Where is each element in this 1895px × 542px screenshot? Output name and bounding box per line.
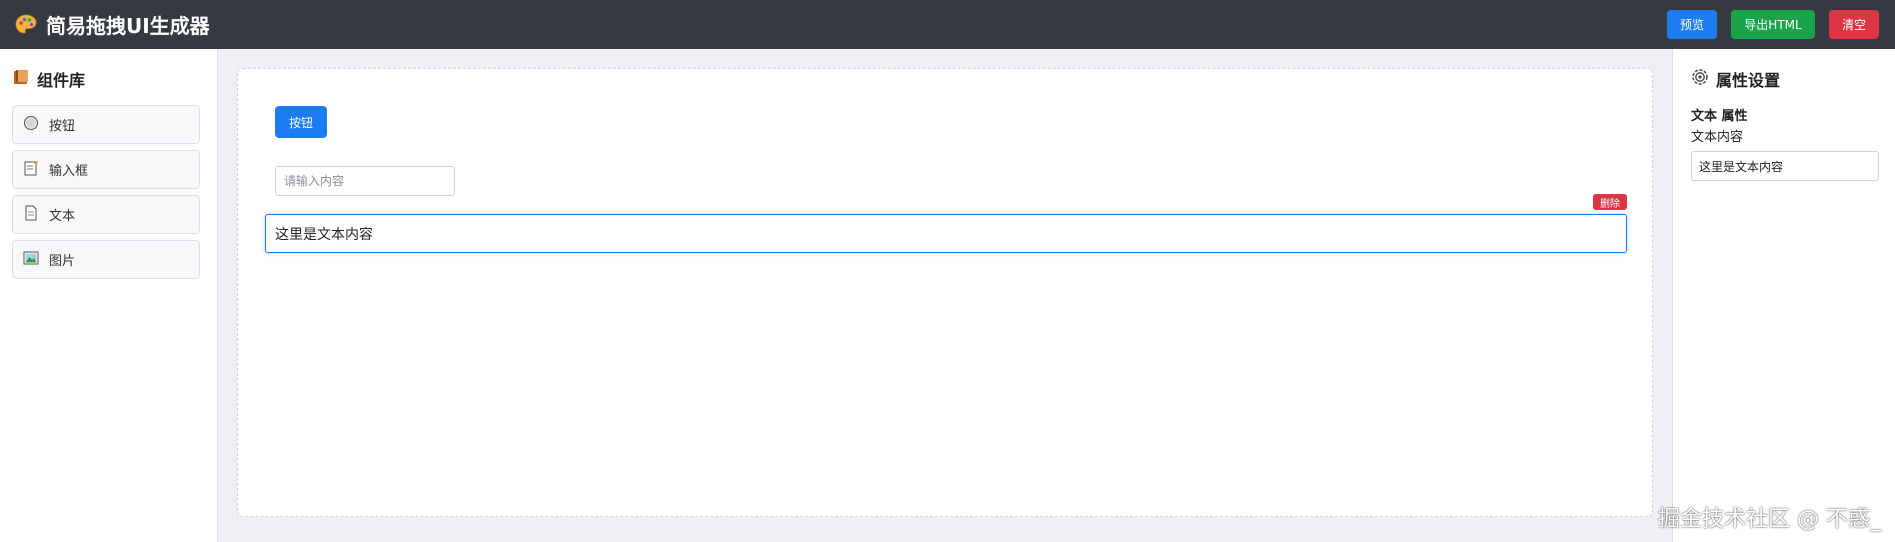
component-item-text[interactable]: 文本: [12, 195, 200, 234]
component-library: 组件库 按钮 输入框 文本 图片: [0, 49, 218, 542]
memo-icon: [23, 160, 39, 180]
document-icon: [23, 205, 39, 225]
component-item-label: 输入框: [49, 164, 89, 179]
gear-icon: [1691, 68, 1709, 90]
canvas-text-content: 这里是文本内容: [275, 226, 373, 243]
component-item-button[interactable]: 按钮: [12, 105, 200, 144]
app-logo: 简易拖拽UI生成器: [14, 10, 210, 39]
component-item-input[interactable]: 输入框: [12, 150, 200, 189]
watermark: 掘金技术社区 @ 不惑_: [1658, 507, 1881, 532]
component-item-label: 图片: [49, 254, 76, 269]
text-content-label: 文本内容: [1691, 130, 1744, 145]
component-library-label: 组件库: [37, 71, 86, 90]
canvas-input[interactable]: [275, 166, 455, 196]
export-html-button[interactable]: 导出HTML: [1731, 10, 1815, 39]
preview-button[interactable]: 预览: [1667, 10, 1717, 39]
clear-button[interactable]: 清空: [1829, 10, 1879, 39]
properties-panel: 属性设置 文本 属性 文本内容: [1672, 49, 1895, 542]
app-header: 简易拖拽UI生成器 预览 导出HTML 清空: [0, 0, 1895, 49]
component-item-label: 文本: [49, 209, 76, 224]
app-title: 简易拖拽UI生成器: [46, 14, 210, 38]
component-item-label: 按钮: [49, 119, 76, 134]
component-library-title: 组件库: [12, 67, 205, 91]
books-icon: [12, 68, 30, 90]
properties-title: 属性设置: [1691, 67, 1877, 91]
canvas-text-selected[interactable]: 这里是文本内容: [265, 214, 1627, 253]
text-content-field[interactable]: [1691, 151, 1879, 181]
properties-title-label: 属性设置: [1716, 71, 1781, 90]
component-item-image[interactable]: 图片: [12, 240, 200, 279]
canvas-area: 按钮 删除 这里是文本内容: [219, 49, 1672, 542]
delete-button[interactable]: 删除: [1593, 194, 1627, 210]
header-actions: 预览 导出HTML 清空: [1667, 10, 1881, 39]
canvas-button[interactable]: 按钮: [275, 106, 327, 138]
property-section-title: 文本 属性: [1691, 109, 1748, 124]
picture-icon: [23, 250, 39, 270]
radio-button-icon: [23, 115, 39, 135]
palette-icon: [14, 13, 38, 37]
design-canvas[interactable]: 按钮 删除 这里是文本内容: [237, 68, 1653, 517]
